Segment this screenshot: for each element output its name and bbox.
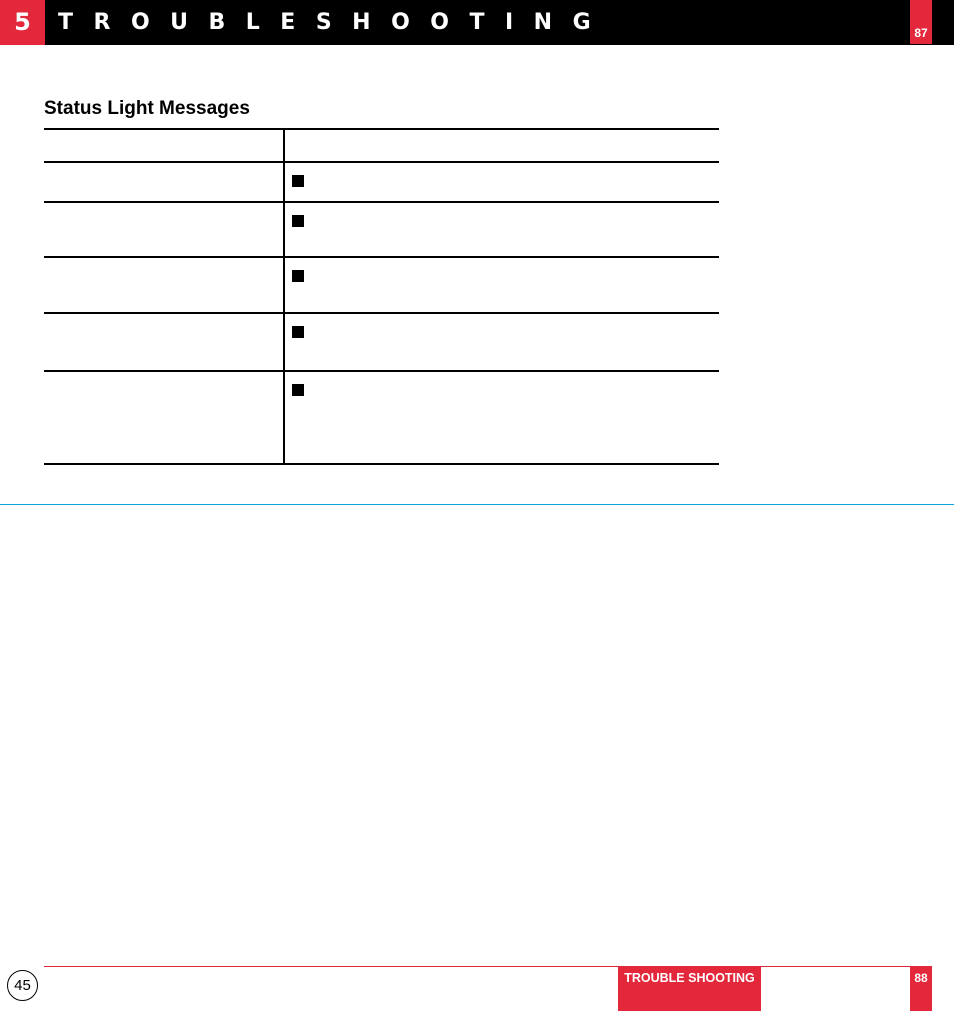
row-label xyxy=(44,161,285,202)
page-tag-top-label: 87 xyxy=(914,26,928,40)
table-row xyxy=(44,370,719,465)
row-label xyxy=(44,201,285,257)
chapter-title: TROUBLESHOOTING xyxy=(58,10,612,35)
header-cell-condition xyxy=(44,128,285,162)
row-label xyxy=(44,370,285,465)
content-divider xyxy=(0,504,954,505)
table-row xyxy=(44,312,719,371)
page-tag-top: 87 xyxy=(910,0,932,44)
row-content xyxy=(284,370,719,465)
square-bullet-icon xyxy=(292,384,304,396)
status-light-table xyxy=(44,128,719,465)
row-content xyxy=(284,201,719,257)
table-row xyxy=(44,201,719,257)
table-header-row xyxy=(44,128,719,162)
section-title: Status Light Messages xyxy=(44,98,250,119)
chapter-header-bar: 5 TROUBLESHOOTING 87 xyxy=(0,0,954,45)
row-content xyxy=(284,161,719,202)
page-tag-bottom: 88 xyxy=(910,966,932,1011)
footer-rule xyxy=(44,966,910,967)
square-bullet-icon xyxy=(292,175,304,187)
row-label xyxy=(44,312,285,371)
page-number: 45 xyxy=(7,970,38,1001)
row-content xyxy=(284,256,719,313)
chapter-number: 5 xyxy=(0,0,45,45)
square-bullet-icon xyxy=(292,326,304,338)
header-cell-description xyxy=(284,128,719,162)
square-bullet-icon xyxy=(292,215,304,227)
row-content xyxy=(284,312,719,371)
square-bullet-icon xyxy=(292,270,304,282)
table-row xyxy=(44,161,719,202)
table-row xyxy=(44,256,719,313)
footer-section-tab[interactable]: TROUBLE SHOOTING xyxy=(618,966,761,1011)
row-label xyxy=(44,256,285,313)
